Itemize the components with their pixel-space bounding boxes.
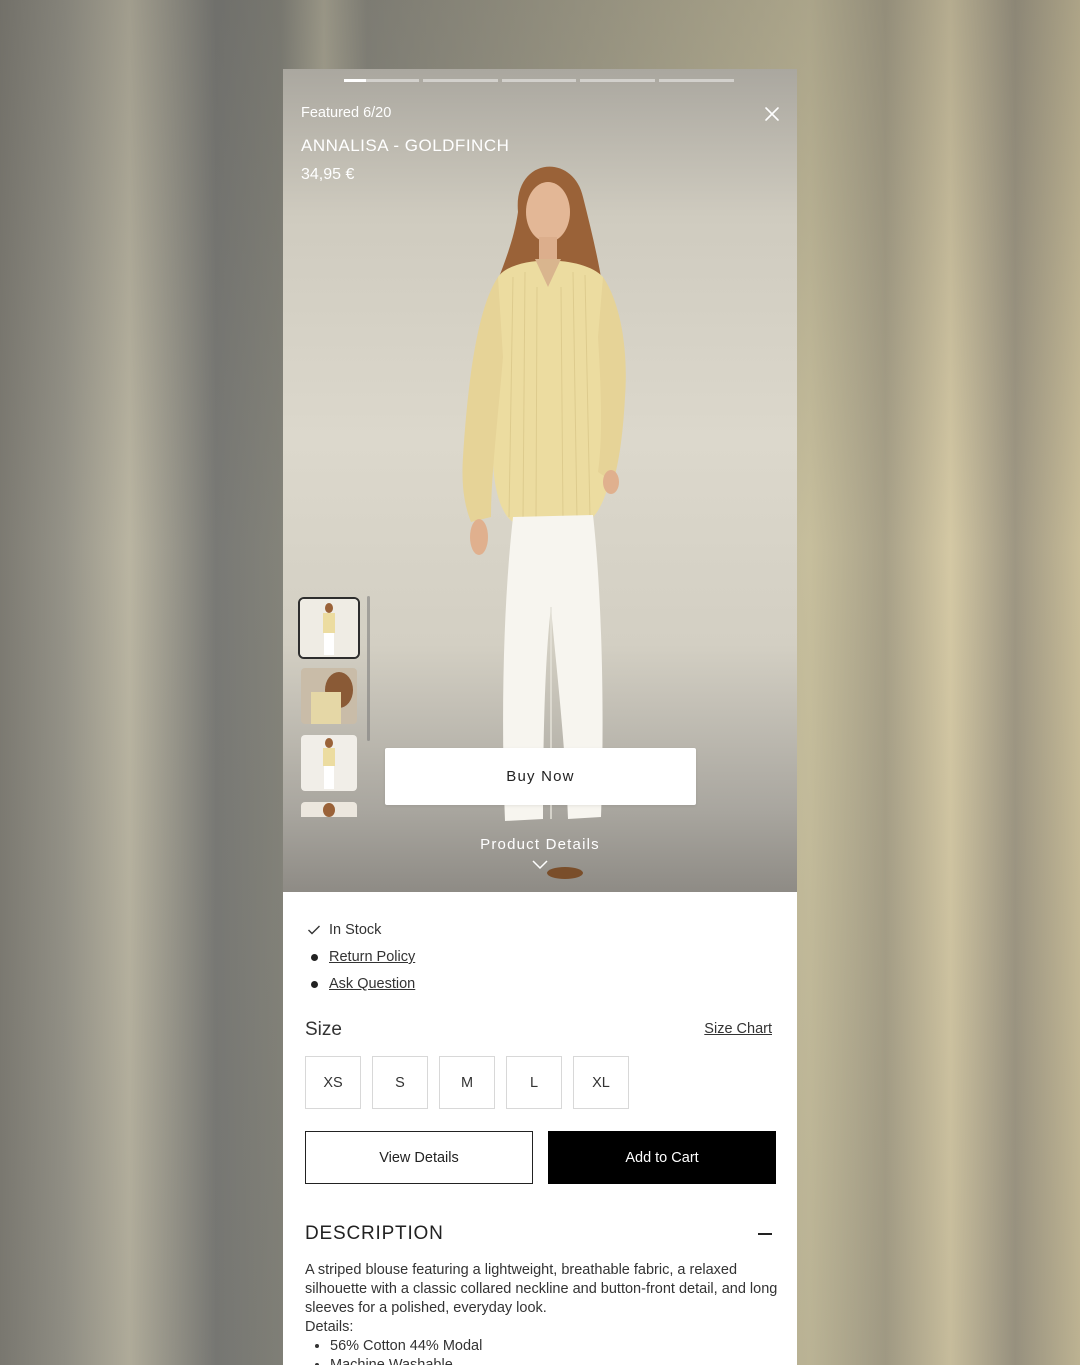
thumbnail-4[interactable]	[301, 802, 357, 817]
check-icon	[307, 924, 329, 936]
details-list: 56% Cotton 44% Modal Machine Washable	[305, 1337, 781, 1365]
size-options: XS S M L XL	[305, 1056, 629, 1109]
product-details-toggle[interactable]: Product Details	[283, 836, 797, 853]
product-hero: Featured 6/20 ANNALISA - GOLDFINCH 34,95…	[283, 69, 797, 892]
stock-label: In Stock	[329, 922, 382, 938]
thumbnail-strip	[297, 597, 367, 817]
description-body: A striped blouse featuring a lightweight…	[305, 1261, 781, 1365]
close-button[interactable]	[761, 103, 783, 125]
bullet-icon	[311, 980, 318, 988]
stock-status: In Stock	[307, 922, 381, 938]
ask-question-row: Ask Question	[307, 976, 415, 992]
size-label: Size	[305, 1019, 342, 1040]
progress-segment	[659, 79, 734, 82]
progress-segment	[580, 79, 656, 82]
thumbnail-1[interactable]	[298, 597, 360, 659]
details-item: 56% Cotton 44% Modal	[330, 1337, 781, 1356]
size-option-xs[interactable]: XS	[305, 1056, 361, 1109]
add-to-cart-button[interactable]: Add to Cart	[548, 1131, 776, 1184]
size-option-s[interactable]: S	[372, 1056, 428, 1109]
thumbnail-image	[300, 599, 358, 657]
story-viewer: Featured 6/20 ANNALISA - GOLDFINCH 34,95…	[283, 69, 797, 1365]
story-counter: Featured 6/20	[301, 105, 392, 121]
size-option-xl[interactable]: XL	[573, 1056, 629, 1109]
story-progress	[344, 79, 734, 82]
product-price: 34,95 €	[301, 166, 355, 183]
progress-segment	[501, 79, 577, 82]
buy-now-button[interactable]: Buy Now	[385, 748, 696, 805]
thumbnail-image	[301, 802, 357, 817]
thumbnail-3[interactable]	[301, 735, 357, 791]
ask-question-link[interactable]: Ask Question	[329, 976, 415, 992]
thumbnail-2[interactable]	[301, 668, 357, 724]
size-chart-link[interactable]: Size Chart	[704, 1021, 772, 1037]
progress-fill	[344, 79, 367, 82]
description-heading: DESCRIPTION	[305, 1223, 444, 1244]
details-item: Machine Washable	[330, 1356, 781, 1365]
thumbnail-image	[301, 735, 357, 791]
thumbnail-image	[301, 668, 357, 724]
progress-segment	[344, 79, 419, 82]
close-icon	[765, 107, 779, 121]
collapse-icon[interactable]	[758, 1233, 772, 1235]
size-option-m[interactable]: M	[439, 1056, 495, 1109]
return-policy-link[interactable]: Return Policy	[329, 949, 415, 965]
description-text: A striped blouse featuring a lightweight…	[305, 1262, 778, 1316]
chevron-down-icon[interactable]	[531, 859, 549, 871]
progress-segment	[422, 79, 498, 82]
details-label: Details:	[305, 1319, 354, 1335]
size-option-l[interactable]: L	[506, 1056, 562, 1109]
thumbnail-scrollbar[interactable]	[367, 596, 370, 741]
return-policy-row: Return Policy	[307, 949, 415, 965]
bullet-icon	[311, 953, 318, 961]
view-details-button[interactable]: View Details	[305, 1131, 533, 1184]
